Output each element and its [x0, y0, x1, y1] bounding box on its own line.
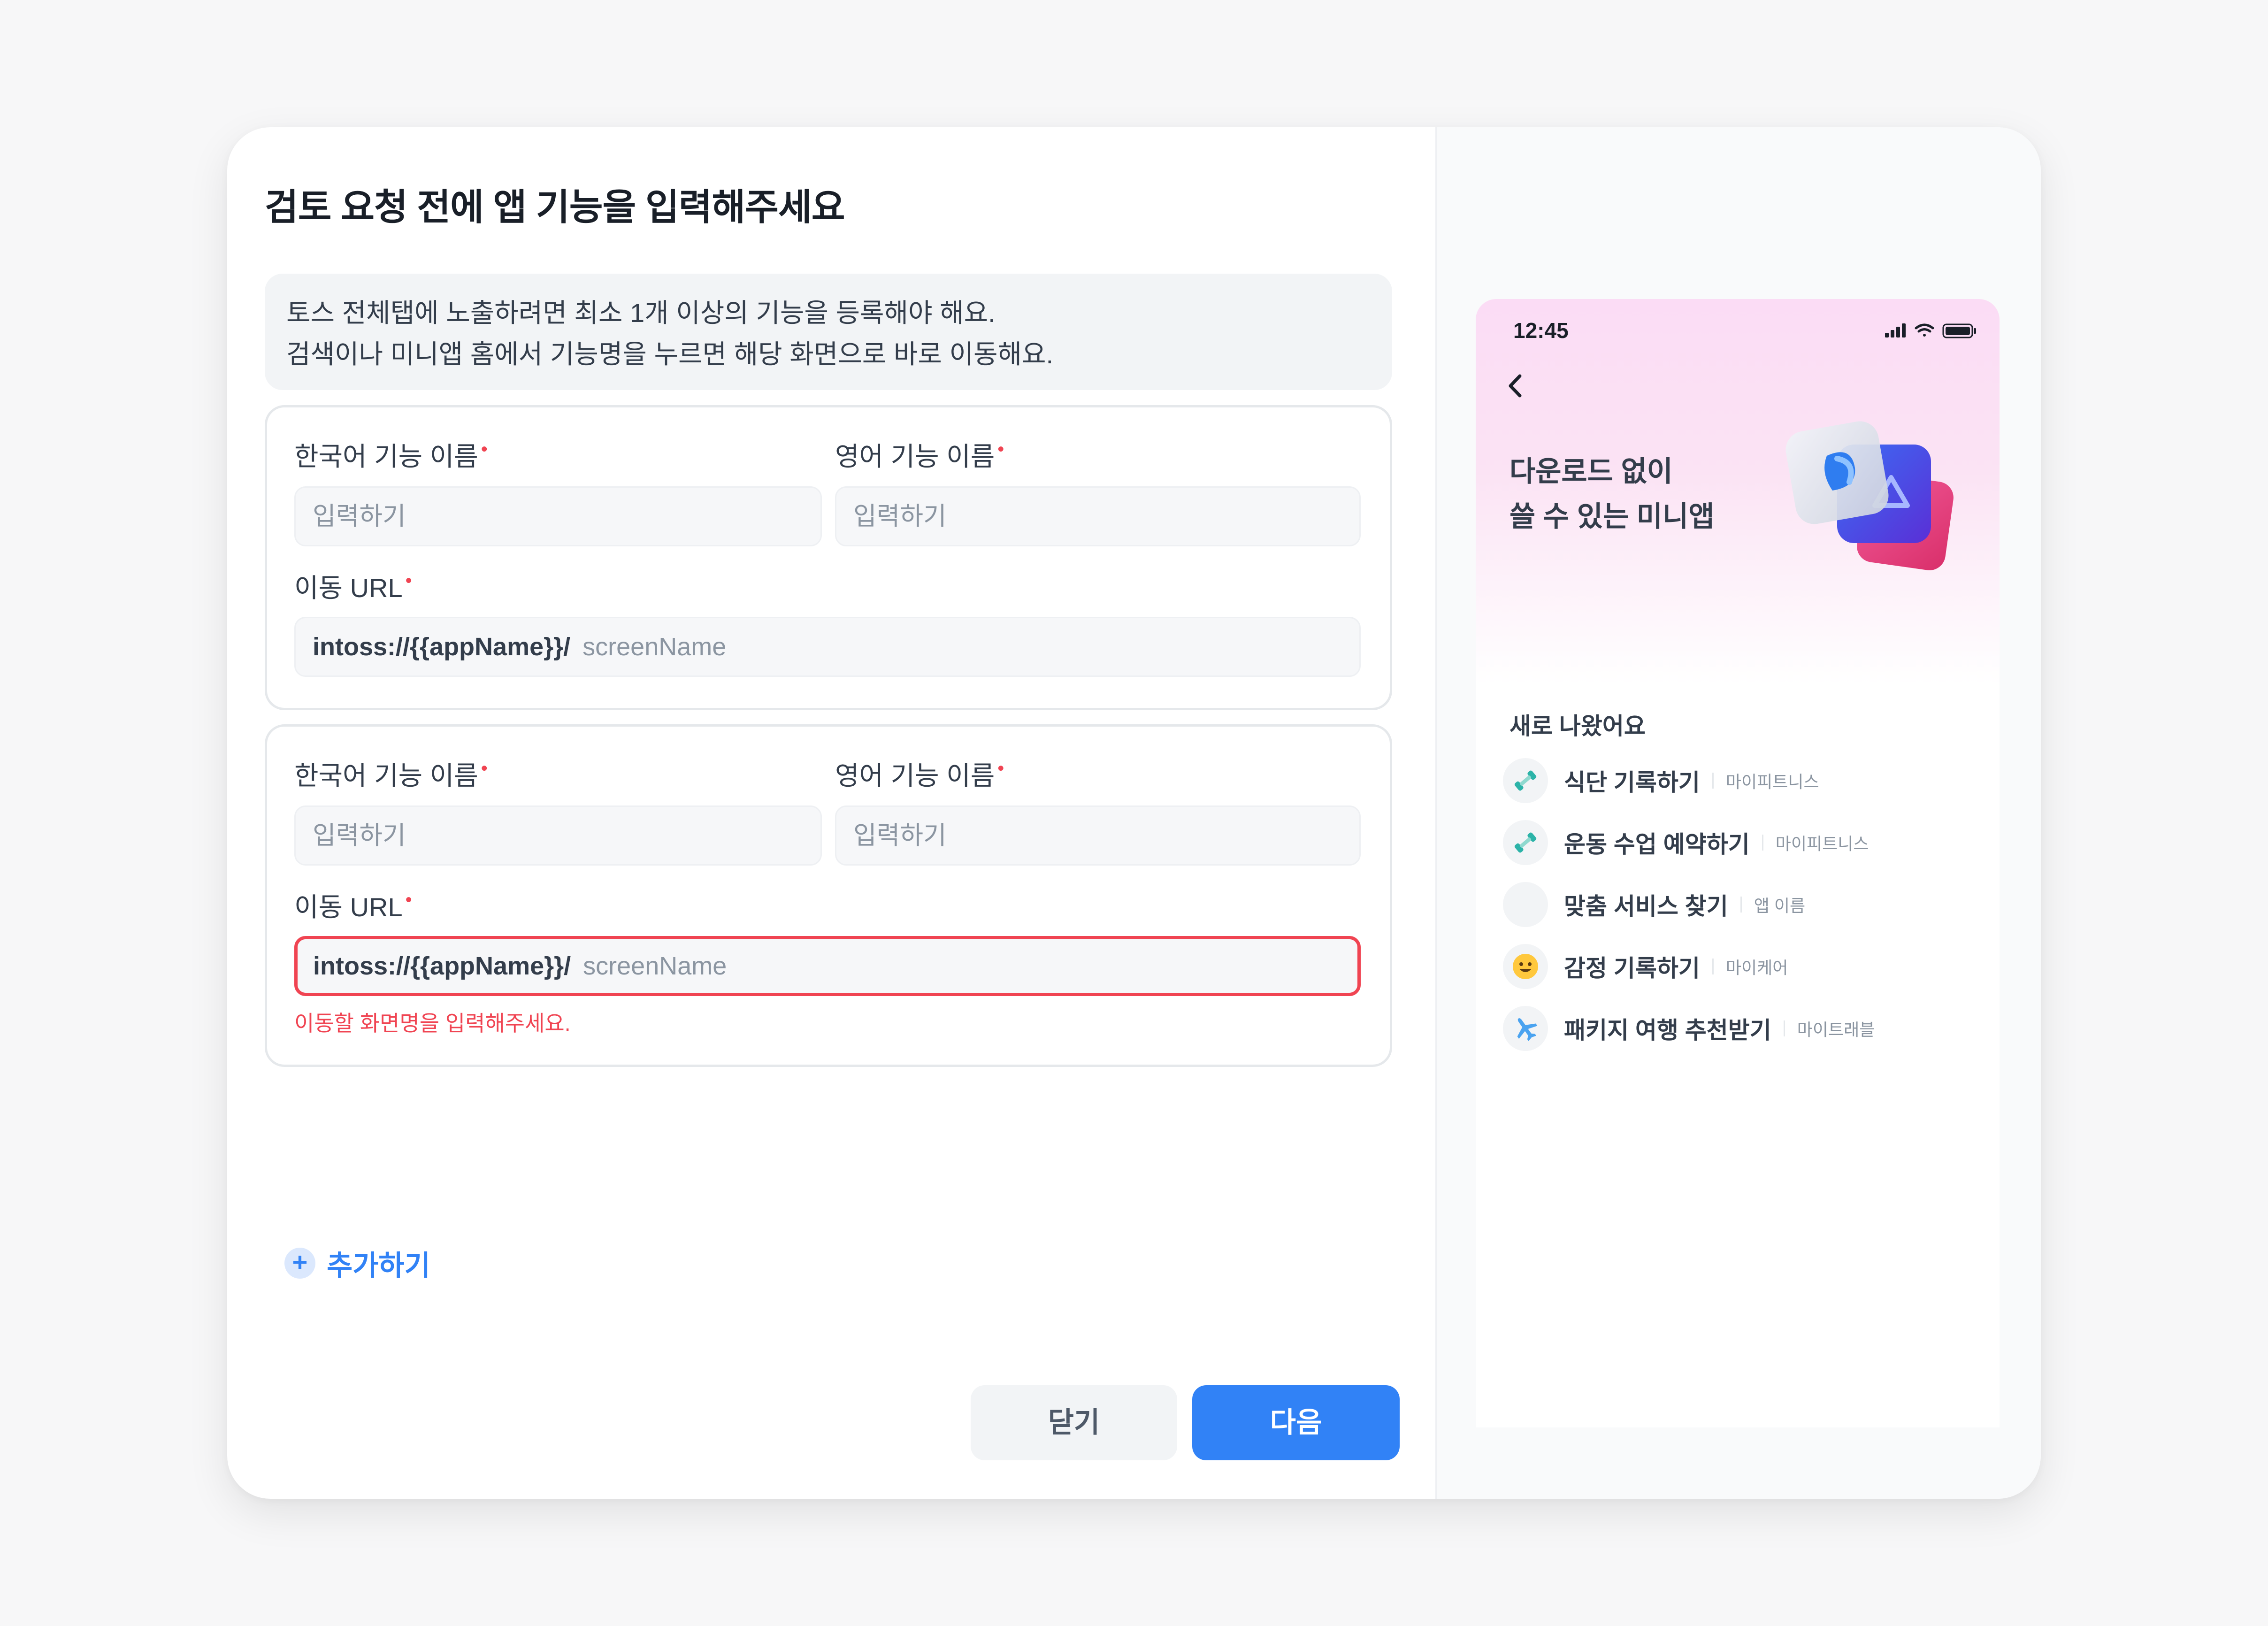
- url-input-error[interactable]: intoss://{{appName}}/ screenName: [294, 936, 1361, 996]
- dumbbell-icon: [1503, 758, 1548, 803]
- en-name-input[interactable]: 입력하기: [835, 486, 1361, 546]
- required-mark: •: [997, 758, 1004, 779]
- ko-name-input[interactable]: 입력하기: [294, 805, 822, 866]
- preview-panel: 12:45 다운로드 없이 쓸 수 있는 미니앱 새로 나왔어요 식단 기록하기…: [1435, 127, 2041, 1499]
- battery-icon: [1942, 323, 1976, 338]
- status-icons: [1885, 323, 1976, 338]
- required-mark: •: [481, 439, 488, 460]
- status-time: 12:45: [1513, 318, 1569, 343]
- ko-name-label: 한국어 기능 이름 •: [294, 758, 488, 790]
- url-placeholder: screenName: [583, 952, 727, 980]
- plus-icon: +: [284, 1248, 315, 1279]
- en-name-label: 영어 기능 이름 •: [835, 439, 1004, 471]
- item-name: 감정 기록하기: [1564, 955, 1700, 982]
- item-name: 식단 기록하기: [1564, 769, 1700, 796]
- dumbbell-icon: [1503, 820, 1548, 865]
- url-error-message: 이동할 화면명을 입력해주세요.: [294, 1011, 571, 1035]
- airplane-icon: [1503, 1006, 1548, 1051]
- signal-icon: [1885, 323, 1906, 337]
- item-app: 마이피트니스: [1775, 834, 1869, 853]
- hero-text: 다운로드 없이 쓸 수 있는 미니앱: [1509, 449, 1714, 539]
- url-prefix: intoss://{{appName}}/: [313, 633, 571, 661]
- list-item[interactable]: 패키지 여행 추천받기 마이트래블: [1503, 997, 1972, 1059]
- feature-list: 식단 기록하기 마이피트니스 운동 수업 예약하기 마이피트니스 맞춤 서비스 …: [1503, 750, 1972, 1059]
- item-app: 마이트래블: [1797, 1020, 1875, 1039]
- form-panel: 검토 요청 전에 앱 기능을 입력해주세요 토스 전체탭에 노출하려면 최소 1…: [227, 127, 1435, 1499]
- en-name-input[interactable]: 입력하기: [835, 805, 1361, 866]
- next-button[interactable]: 다음: [1192, 1385, 1400, 1460]
- section-title: 새로 나왔어요: [1509, 713, 1646, 739]
- list-item[interactable]: 감정 기록하기 마이케어: [1503, 936, 1972, 997]
- info-line: 토스 전체탭에 노출하려면 최소 1개 이상의 기능을 등록해야 해요.: [286, 298, 996, 328]
- item-app: 마이케어: [1725, 958, 1788, 977]
- add-feature-button[interactable]: + 추가하기: [284, 1244, 430, 1282]
- info-box: 토스 전체탭에 노출하려면 최소 1개 이상의 기능을 등록해야 해요. 검색이…: [265, 274, 1392, 390]
- feature-card: 한국어 기능 이름 • 영어 기능 이름 • 입력하기 입력하기 이동 URL • i…: [265, 405, 1392, 710]
- feature-modal: 검토 요청 전에 앱 기능을 입력해주세요 토스 전체탭에 노출하려면 최소 1…: [227, 127, 2041, 1499]
- info-line: 검색이나 미니앱 홈에서 기능명을 누르면 해당 화면으로 바로 이동해요.: [286, 339, 1054, 369]
- divider: [1783, 1020, 1785, 1036]
- list-item[interactable]: 운동 수업 예약하기 마이피트니스: [1503, 812, 1972, 874]
- hero-line: 다운로드 없이: [1509, 456, 1673, 487]
- ko-name-label: 한국어 기능 이름 •: [294, 439, 488, 471]
- item-name: 패키지 여행 추천받기: [1564, 1017, 1771, 1043]
- mini-app-illustration: [1785, 421, 1954, 570]
- divider: [1712, 773, 1714, 789]
- back-arrow-icon[interactable]: [1499, 369, 1532, 402]
- add-feature-label: 추가하기: [327, 1250, 430, 1281]
- ko-name-input[interactable]: 입력하기: [294, 486, 822, 546]
- item-app: 마이피트니스: [1725, 772, 1819, 791]
- item-app: 앱 이름: [1754, 896, 1806, 915]
- url-label: 이동 URL •: [294, 890, 412, 922]
- list-item[interactable]: 맞춤 서비스 찾기 앱 이름: [1503, 874, 1972, 936]
- url-label: 이동 URL •: [294, 570, 412, 603]
- smiley-icon: [1503, 944, 1548, 989]
- item-name: 운동 수업 예약하기: [1564, 831, 1750, 858]
- url-input[interactable]: intoss://{{appName}}/ screenName: [294, 617, 1361, 677]
- required-mark: •: [481, 758, 488, 779]
- modal-title: 검토 요청 전에 앱 기능을 입력해주세요: [265, 186, 845, 228]
- phone-preview: 12:45 다운로드 없이 쓸 수 있는 미니앱 새로 나왔어요 식단 기록하기…: [1476, 299, 2000, 1427]
- required-mark: •: [405, 570, 412, 591]
- required-mark: •: [997, 439, 1004, 460]
- item-name: 맞춤 서비스 찾기: [1564, 893, 1728, 920]
- wifi-icon: [1915, 323, 1934, 337]
- en-name-label: 영어 기능 이름 •: [835, 758, 1004, 790]
- divider: [1712, 959, 1714, 974]
- url-prefix: intoss://{{appName}}/: [313, 952, 571, 980]
- divider: [1740, 897, 1742, 913]
- url-placeholder: screenName: [582, 633, 727, 661]
- list-item[interactable]: 식단 기록하기 마이피트니스: [1503, 750, 1972, 812]
- required-mark: •: [405, 890, 412, 910]
- close-button[interactable]: 닫기: [971, 1385, 1177, 1460]
- hero-line: 쓸 수 있는 미니앱: [1509, 501, 1715, 532]
- divider: [1762, 835, 1763, 851]
- feature-card: 한국어 기능 이름 • 영어 기능 이름 • 입력하기 입력하기 이동 URL • i…: [265, 724, 1392, 1067]
- blank-icon: [1503, 882, 1548, 927]
